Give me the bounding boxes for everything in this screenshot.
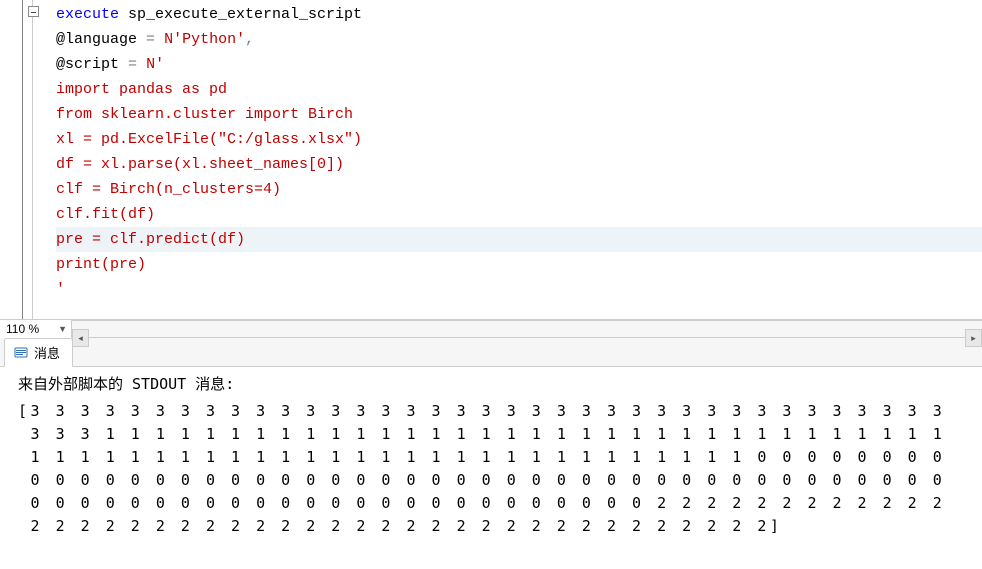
code-line[interactable]: clf.fit(df) bbox=[56, 202, 982, 227]
tab-messages[interactable]: 消息 bbox=[4, 338, 73, 367]
collapse-toggle-icon[interactable] bbox=[28, 6, 39, 17]
chevron-down-icon: ▼ bbox=[58, 324, 67, 334]
zoom-dropdown[interactable]: 110 % ▼ bbox=[0, 320, 72, 338]
scroll-right-icon[interactable]: ▸ bbox=[965, 329, 982, 347]
scroll-left-icon[interactable]: ◂ bbox=[72, 329, 89, 347]
code-line[interactable]: @script = N' bbox=[56, 52, 982, 77]
code-line[interactable]: execute sp_execute_external_script bbox=[56, 2, 982, 27]
results-pane[interactable]: 来自外部脚本的 STDOUT 消息: [3 3 3 3 3 3 3 3 3 3 … bbox=[0, 367, 982, 569]
code-editor[interactable]: execute sp_execute_external_script@langu… bbox=[0, 0, 982, 320]
code-line[interactable]: xl = pd.ExcelFile("C:/glass.xlsx") bbox=[56, 127, 982, 152]
results-tabs: 消息 bbox=[0, 338, 982, 367]
messages-icon bbox=[13, 345, 29, 361]
code-line[interactable]: df = xl.parse(xl.sheet_names[0]) bbox=[56, 152, 982, 177]
code-line[interactable]: ' bbox=[56, 277, 982, 302]
results-header: 来自外部脚本的 STDOUT 消息: bbox=[18, 373, 978, 396]
editor-gutter bbox=[0, 0, 44, 319]
code-line[interactable]: @language = N'Python', bbox=[56, 27, 982, 52]
code-line[interactable]: from sklearn.cluster import Birch bbox=[56, 102, 982, 127]
zoom-level-label: 110 % bbox=[6, 322, 39, 336]
tab-messages-label: 消息 bbox=[34, 343, 60, 362]
code-line[interactable]: import pandas as pd bbox=[56, 77, 982, 102]
code-line[interactable]: clf = Birch(n_clusters=4) bbox=[56, 177, 982, 202]
code-line[interactable]: pre = clf.predict(df) bbox=[56, 227, 982, 252]
code-lines[interactable]: execute sp_execute_external_script@langu… bbox=[44, 0, 982, 319]
code-line[interactable]: print(pre) bbox=[56, 252, 982, 277]
results-data: [3 3 3 3 3 3 3 3 3 3 3 3 3 3 3 3 3 3 3 3… bbox=[18, 400, 978, 538]
editor-footer-row: 110 % ▼ ◂ ▸ bbox=[0, 320, 982, 338]
